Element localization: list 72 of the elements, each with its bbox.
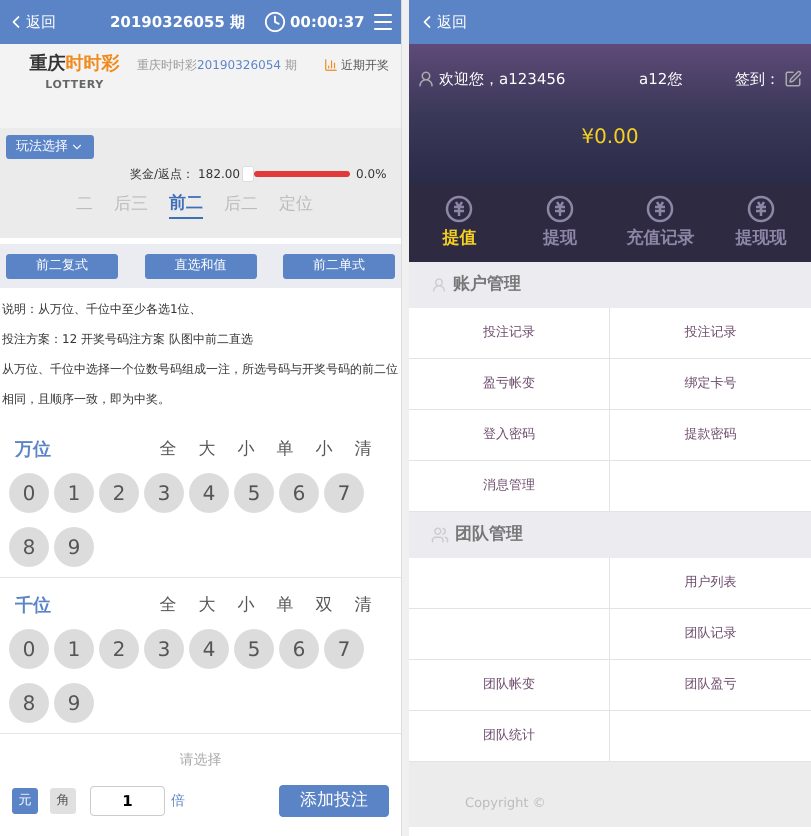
wallet-action[interactable]: 提值 bbox=[409, 183, 510, 262]
countdown: 00:00:37 bbox=[290, 12, 365, 33]
welcome-text: 欢迎您，a123456 bbox=[439, 69, 566, 90]
add-bet-button[interactable]: 添加投注 bbox=[279, 785, 389, 817]
quick-select-option[interactable]: 小 bbox=[235, 592, 257, 618]
unit-toggle[interactable]: 元 bbox=[12, 788, 38, 814]
description-text: 投注方案：12 开奖号码注方案 队图中前二直选 bbox=[2, 331, 254, 348]
quick-select-option[interactable]: 清 bbox=[352, 436, 374, 462]
section-title: 账户管理 bbox=[453, 273, 521, 296]
logo-subtitle: LOTTERY bbox=[45, 77, 104, 93]
group-icon bbox=[431, 526, 449, 544]
quick-select-option[interactable]: 清 bbox=[352, 592, 374, 618]
rebate-percent: 0.0% bbox=[356, 166, 387, 183]
quick-select-option[interactable]: 小 bbox=[235, 436, 257, 462]
balance: ¥0.00 bbox=[581, 122, 639, 150]
wallet-action[interactable]: 提现现 bbox=[710, 183, 811, 262]
issue-title: 20190326055 期 bbox=[110, 12, 246, 33]
slider-thumb[interactable] bbox=[242, 166, 254, 182]
recent-draws-link[interactable]: 近期开奖 bbox=[324, 56, 389, 74]
selection-hint: 请选择 bbox=[180, 751, 222, 770]
clock-icon bbox=[264, 11, 286, 33]
back-button[interactable]: 返回 bbox=[6, 10, 110, 34]
yen-circle-icon bbox=[444, 194, 474, 224]
last-issue: 重庆时时彩20190326054 期 bbox=[137, 57, 297, 74]
edit-icon[interactable] bbox=[784, 70, 802, 88]
menu-cell[interactable]: 投注记录 bbox=[610, 308, 811, 358]
menu-cell[interactable]: 团队统计 bbox=[409, 711, 610, 761]
play-type-button[interactable]: 直选和值 bbox=[144, 254, 256, 278]
rebate-label: 奖金/返点： bbox=[130, 166, 194, 183]
yen-circle-icon bbox=[645, 194, 676, 224]
quick-select-option[interactable]: 大 bbox=[196, 436, 218, 462]
quick-select-option[interactable]: 大 bbox=[196, 592, 218, 618]
menu-cell[interactable]: 投注记录 bbox=[409, 308, 610, 358]
person-icon bbox=[431, 277, 447, 293]
menu-cell[interactable]: 登入密码 bbox=[409, 410, 610, 460]
quick-select-option[interactable]: 单 bbox=[274, 436, 296, 462]
position-label: 万位 bbox=[14, 438, 52, 462]
wallet-action[interactable]: 提现 bbox=[510, 183, 610, 262]
sign-in-label: 签到： bbox=[735, 69, 780, 90]
menu-cell[interactable]: 提款密码 bbox=[610, 410, 811, 460]
multiplier-input[interactable]: 1 bbox=[90, 786, 165, 816]
menu-cell[interactable]: 盈亏帐变 bbox=[409, 359, 610, 409]
description-text: 从万位、千位中选择一个位数号码组成一注，所选号码与开奖号码的前二位相同，且顺序一致，即为中奖。 bbox=[2, 361, 399, 408]
menu-cell[interactable]: 团队盈亏 bbox=[610, 660, 811, 710]
yen-circle-icon bbox=[746, 194, 776, 224]
nickname: a12您 bbox=[639, 69, 684, 90]
quick-select-option[interactable]: 单 bbox=[274, 592, 296, 618]
yen-circle-icon bbox=[544, 194, 575, 224]
rebate-value: 182.00 bbox=[198, 166, 240, 183]
play-tab[interactable]: 前二 bbox=[169, 191, 203, 218]
menu-cell[interactable]: 团队记录 bbox=[610, 609, 811, 659]
position-label: 千位 bbox=[14, 594, 52, 618]
quick-select-option[interactable]: 双 bbox=[313, 592, 335, 618]
section-title: 团队管理 bbox=[455, 523, 523, 546]
quick-select-option[interactable]: 全 bbox=[157, 436, 179, 462]
quick-select-option[interactable]: 小 bbox=[313, 436, 335, 462]
menu-cell[interactable]: 绑定卡号 bbox=[610, 359, 811, 409]
chart-icon bbox=[324, 58, 338, 72]
menu-cell[interactable]: 消息管理 bbox=[409, 461, 610, 511]
back-button[interactable]: 返回 bbox=[417, 10, 467, 34]
unit-toggle[interactable]: 角 bbox=[50, 788, 76, 814]
lottery-logo: 重庆时时彩 bbox=[30, 52, 120, 76]
play-type-button[interactable]: 前二单式 bbox=[283, 254, 395, 278]
multiplier-suffix: 倍 bbox=[171, 792, 185, 810]
play-type-button[interactable]: 前二复式 bbox=[6, 254, 118, 278]
play-select-button[interactable]: 玩法选择 bbox=[6, 135, 94, 159]
quick-select-option[interactable]: 全 bbox=[157, 592, 179, 618]
avatar-icon bbox=[417, 70, 435, 88]
wallet-action[interactable]: 充值记录 bbox=[610, 183, 710, 262]
menu-cell[interactable]: 用户列表 bbox=[610, 558, 811, 608]
description-text: 说明：从万位、千位中至少各选1位、 bbox=[2, 301, 203, 318]
menu-cell[interactable]: 团队帐变 bbox=[409, 660, 610, 710]
